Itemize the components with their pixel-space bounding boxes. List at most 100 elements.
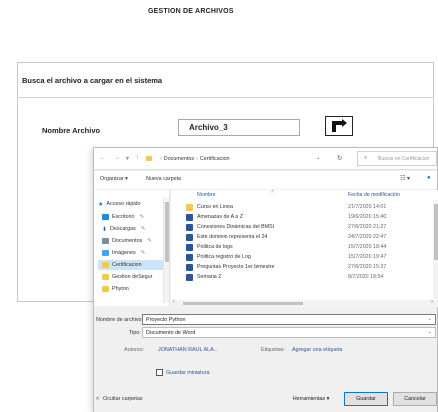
thumbnail-checkbox[interactable] — [156, 369, 163, 376]
horizontal-scrollbar[interactable]: ‹ › — [171, 299, 438, 307]
breadcrumb-documents[interactable]: Documentos — [164, 156, 194, 162]
filename-input[interactable]: Proyecto Python ⌄ — [142, 314, 436, 325]
nav-item-desktop[interactable]: Escritorio ✎ — [102, 212, 144, 222]
file-dialog: ← → ▾ ↑ › Documentos › Certificacion ⌄ ↻ ⌕ … — [93, 147, 438, 412]
file-row[interactable]: Semana 2 8/7/2020 18:54 — [171, 273, 433, 282]
refresh-icon[interactable]: ↻ — [337, 154, 342, 162]
nav-item-label: Escritorio — [112, 214, 135, 220]
nav-item-downloads[interactable]: ⬇ Descargas ✎ — [102, 224, 145, 234]
word-document-icon — [186, 224, 193, 231]
hide-folders-button[interactable]: Ocultar carpetas — [103, 396, 143, 402]
save-form: Nombre de archivo: Proyecto Python ⌄ Tip… — [94, 308, 437, 412]
scroll-left-icon[interactable]: ‹ — [173, 299, 175, 305]
search-icon: ⌕ — [364, 155, 368, 161]
file-list-scrollbar-thumb[interactable] — [434, 204, 438, 260]
folder-icon — [146, 156, 152, 161]
up-arrow-icon[interactable]: ↑ — [136, 155, 139, 161]
nav-item-phyton[interactable]: Phyton — [102, 284, 129, 294]
file-name-input[interactable]: Archivo_3 — [178, 119, 300, 136]
type-label: Tipo: — [129, 330, 141, 336]
file-date: 15/7/2020 19:47 — [348, 254, 387, 260]
type-select[interactable]: Documento de Word ⌄ — [142, 327, 436, 338]
panel-divider — [18, 97, 433, 98]
file-row[interactable]: Politica registro de Log 15/7/2020 19:47 — [171, 253, 433, 262]
file-row[interactable]: Conexiones Dinámicas del BMSI 27/6/2020 … — [171, 223, 433, 232]
page-title: GESTION DE ARCHIVOS — [148, 8, 234, 15]
nav-scrollbar[interactable] — [163, 198, 169, 303]
breadcrumb[interactable]: › Documentos › Certificacion — [158, 156, 230, 162]
search-box[interactable]: ⌕ Buscar en Certificacion — [357, 151, 437, 166]
folder-icon — [102, 274, 109, 280]
authors-value[interactable]: JONATHAN RAUL ALA... — [158, 347, 218, 353]
type-value: Documento de Word — [146, 330, 196, 336]
back-arrow-icon[interactable]: ← — [100, 155, 106, 161]
chevron-down-icon[interactable]: ⌄ — [428, 329, 432, 335]
folder-icon — [102, 286, 109, 292]
nav-item-quick-access[interactable]: ★ Acceso rápido — [98, 199, 141, 209]
documents-icon — [102, 238, 109, 244]
tools-button[interactable]: Herramientas ▾ — [284, 392, 338, 406]
pin-icon: ✎ — [147, 238, 152, 244]
nav-item-label: Imágenes — [112, 250, 136, 256]
filename-label: Nombre de archivo: — [96, 317, 144, 323]
navigation-pane: ★ Acceso rápido Escritorio ✎ ⬇ Descargas… — [94, 190, 170, 306]
file-date: 19/6/2020 15:40 — [348, 214, 387, 220]
forward-arrow-icon[interactable]: → — [114, 155, 120, 161]
file-row[interactable]: Amenazas de A a Z 19/6/2020 15:40 — [171, 213, 433, 222]
upload-button[interactable] — [325, 116, 353, 136]
file-name: Politica registro de Log — [197, 254, 251, 260]
nav-item-label: Documentos — [112, 238, 143, 244]
dialog-toolbar: Organizar ▾ Nueva carpeta ☷ ▾ ● — [94, 171, 437, 189]
chevron-down-icon[interactable]: ⌄ — [428, 316, 432, 322]
nav-item-certificacion[interactable]: Certificacion — [98, 260, 166, 270]
recent-dropdown-icon[interactable]: ▾ — [126, 155, 129, 162]
nav-item-images[interactable]: Imágenes ✎ — [102, 248, 145, 258]
word-document-icon — [186, 234, 193, 241]
authors-label: Autores: — [124, 347, 145, 353]
download-icon: ⬇ — [102, 226, 108, 233]
save-button[interactable]: Guardar — [344, 392, 388, 406]
new-folder-button[interactable]: Nueva carpeta — [146, 176, 181, 182]
nav-item-gestion[interactable]: Gestion deSegur — [102, 272, 152, 282]
file-name-label: Nombre Archivo — [42, 126, 101, 135]
organize-button[interactable]: Organizar ▾ — [100, 176, 128, 182]
chevron-up-icon[interactable]: ˄ — [96, 396, 99, 402]
nav-item-label: Phyton — [112, 286, 129, 292]
column-header-date[interactable]: Fecha de modificación — [348, 192, 400, 198]
column-header-name[interactable]: Nombre — [197, 192, 215, 198]
thumbnail-label: Guardar miniatura — [166, 370, 210, 376]
nav-item-label: Acceso rápido — [106, 201, 141, 207]
folder-icon — [102, 262, 109, 268]
horizontal-scrollbar-thumb[interactable] — [183, 302, 303, 305]
search-placeholder: Buscar en Certificacion — [378, 156, 430, 162]
nav-item-documents[interactable]: Documentos ✎ — [102, 236, 152, 246]
file-row[interactable]: Politica de logs 15/7/2020 18:44 — [171, 243, 433, 252]
desktop-icon — [102, 214, 109, 220]
pin-icon: ✎ — [139, 214, 144, 220]
nav-item-label: Certificacion — [112, 262, 142, 268]
nav-scrollbar-thumb[interactable] — [165, 202, 169, 262]
file-date: 24/7/2020 22:47 — [348, 234, 387, 240]
word-document-icon — [186, 274, 193, 281]
file-name: Preguntas Proyecto 1er bimestre — [197, 264, 275, 270]
file-row[interactable]: Preguntas Proyecto 1er bimestre 27/6/202… — [171, 263, 433, 272]
view-options-icon[interactable]: ☷ ▾ — [400, 175, 410, 182]
breadcrumb-separator: › — [196, 156, 198, 162]
tags-value[interactable]: Agregar una etiqueta — [292, 347, 342, 353]
folder-icon — [186, 204, 193, 211]
file-list-scrollbar[interactable] — [433, 200, 438, 300]
breadcrumb-certificacion[interactable]: Certificacion — [200, 156, 230, 162]
file-row[interactable]: Curso en Linea 21/7/2020 14:01 — [171, 203, 433, 212]
address-dropdown-icon[interactable]: ⌄ — [316, 155, 321, 161]
file-date: 21/7/2020 14:01 — [348, 204, 387, 210]
filename-value: Proyecto Python — [146, 317, 186, 323]
file-date: 27/6/2020 15:37 — [348, 264, 387, 270]
file-list: Nombre ˄ Fecha de modificación Curso en … — [171, 189, 438, 300]
file-date: 8/7/2020 18:54 — [348, 274, 384, 280]
breadcrumb-separator: › — [160, 156, 162, 162]
scroll-right-icon[interactable]: › — [431, 299, 433, 305]
help-icon[interactable]: ● — [427, 175, 431, 181]
cancel-button[interactable]: Cancelar — [393, 392, 437, 406]
file-row[interactable]: Este dominio representa el 24 24/7/2020 … — [171, 233, 433, 242]
sort-chevron-icon: ˄ — [271, 189, 275, 195]
